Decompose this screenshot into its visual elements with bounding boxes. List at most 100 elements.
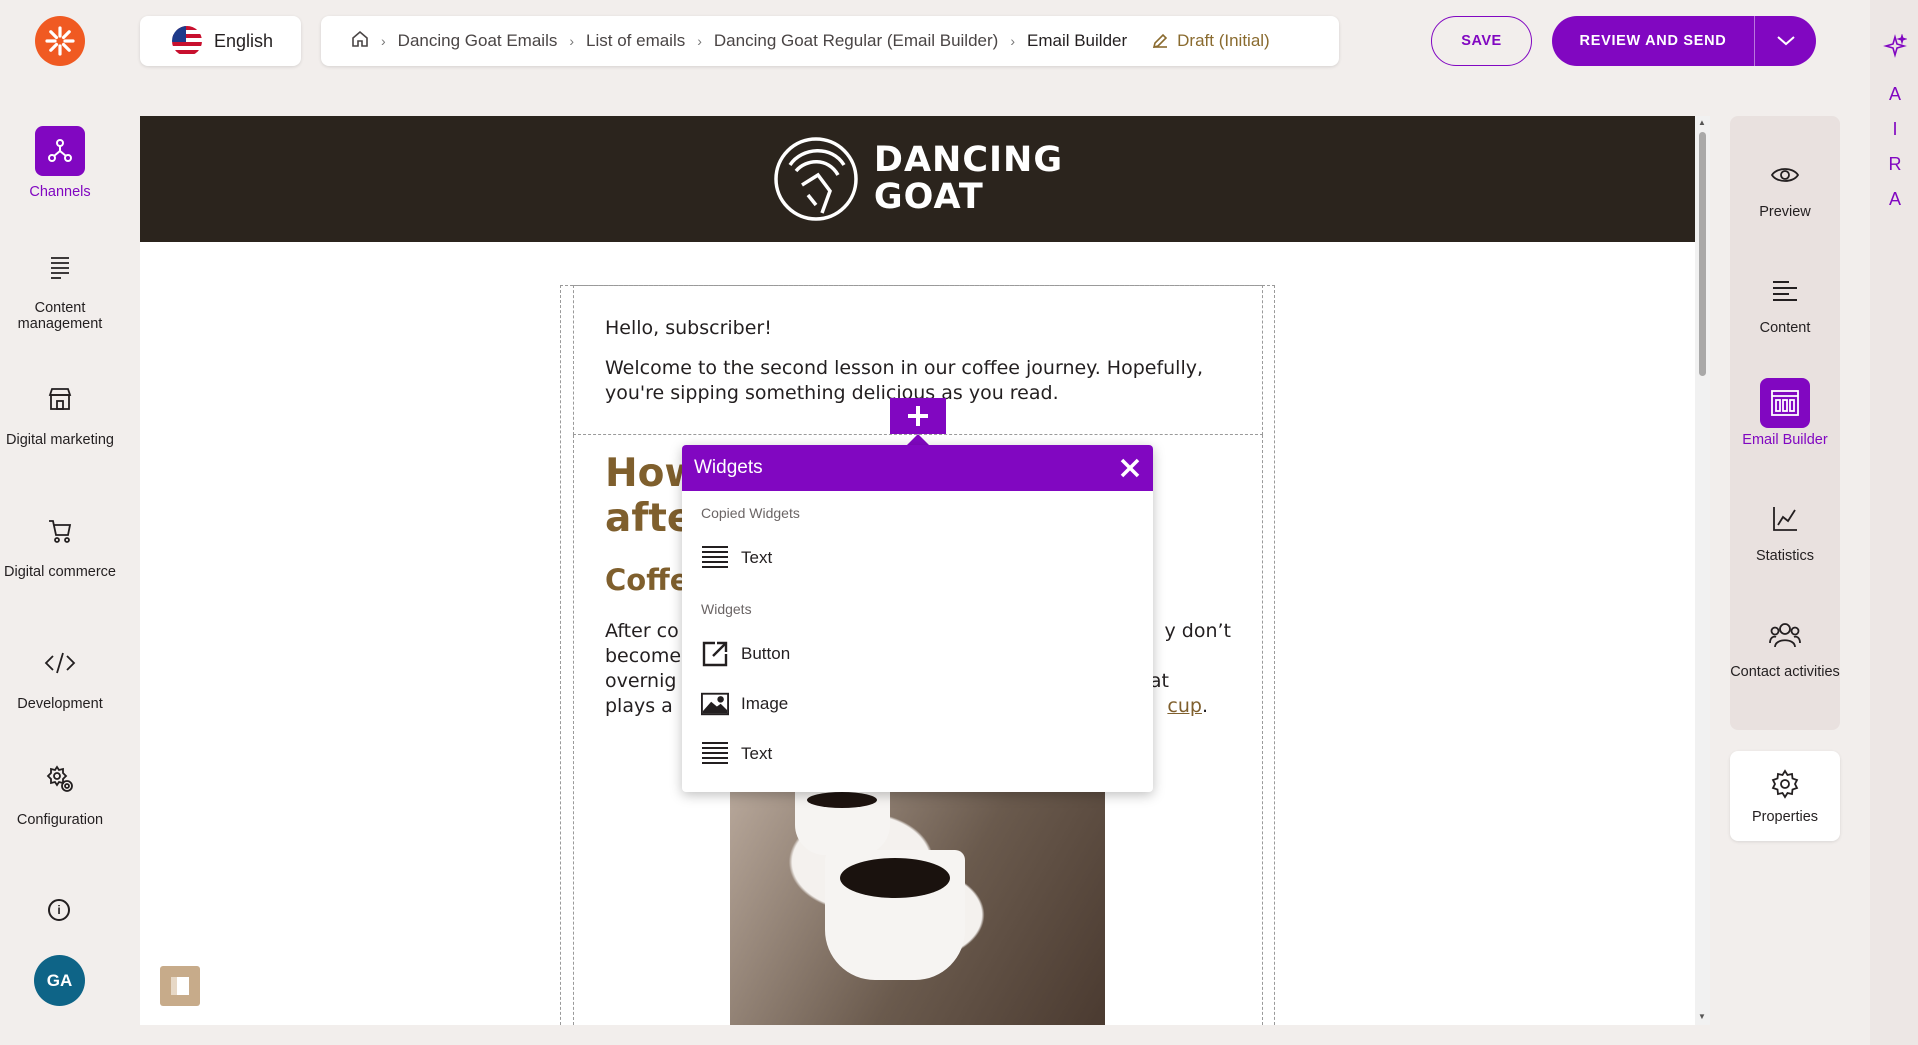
panel-contact-activities[interactable]: Contact activities (1730, 610, 1840, 680)
widgets-popup: Widgets Copied Widgets Text Widgets Butt… (682, 445, 1153, 792)
coffee-cup-shape (825, 850, 965, 980)
scrollbar-thumb[interactable] (1699, 132, 1706, 376)
panel-properties[interactable]: Properties (1730, 751, 1840, 841)
widgets-popup-header: Widgets (682, 445, 1153, 491)
us-flag-icon (172, 26, 202, 56)
sparkle-icon[interactable] (1883, 33, 1908, 64)
content-lines-icon (1760, 266, 1810, 316)
panel-label: Email Builder (1742, 432, 1828, 448)
breadcrumb-item[interactable]: Dancing Goat Emails (398, 31, 558, 51)
panel-label: Contact activities (1730, 664, 1840, 680)
channels-icon (35, 126, 85, 176)
email-builder-icon (1760, 378, 1810, 428)
aira-letter: A (1888, 84, 1901, 104)
chevron-right-icon: › (1010, 33, 1015, 49)
scroll-down-arrow-icon[interactable]: ▼ (1698, 1012, 1706, 1021)
greeting-text: Hello, subscriber! (605, 317, 772, 339)
text-icon (701, 740, 729, 768)
aira-letter: A (1888, 189, 1901, 209)
info-icon[interactable]: i (48, 899, 70, 921)
add-widget-caret (907, 434, 929, 445)
review-and-send-button[interactable]: REVIEW AND SEND (1552, 16, 1755, 66)
external-link-icon (701, 640, 729, 668)
nav-content-management[interactable]: Content management (0, 242, 120, 332)
info-glyph: i (57, 903, 61, 917)
right-tool-panel: Preview Content Email Builder Statistics… (1730, 116, 1840, 730)
nav-label: Configuration (16, 812, 104, 828)
chevron-right-icon: › (697, 33, 702, 49)
widget-text[interactable]: Text (682, 729, 1153, 779)
panel-content[interactable]: Content (1730, 266, 1840, 336)
pencil-icon (1153, 33, 1168, 49)
paragraph-line-right: y don’t (1164, 620, 1232, 642)
canvas-scrollbar[interactable]: ▲ ▼ (1695, 116, 1710, 1025)
home-icon[interactable] (351, 30, 369, 53)
panel-preview[interactable]: Preview (1730, 150, 1840, 220)
review-and-send-button-group: REVIEW AND SEND (1552, 16, 1816, 66)
avatar[interactable]: GA (34, 955, 85, 1006)
aira-letter: I (1892, 119, 1898, 139)
panel-statistics[interactable]: Statistics (1730, 494, 1840, 564)
draft-status[interactable]: Draft (Initial) (1151, 31, 1270, 51)
sidebar-toggle-button[interactable] (160, 966, 200, 1006)
breadcrumb: › Dancing Goat Emails › List of emails ›… (321, 16, 1339, 66)
image-icon (701, 690, 729, 718)
nav-configuration[interactable]: Configuration (0, 754, 120, 828)
nav-label: Channels (29, 184, 91, 200)
gear-icon (1760, 767, 1810, 801)
widget-label: Text (741, 548, 773, 567)
draft-status-label: Draft (Initial) (1177, 31, 1270, 50)
breadcrumb-current: Email Builder (1026, 31, 1128, 50)
copied-widgets-label: Copied Widgets (701, 505, 800, 521)
widget-label: Text (741, 744, 773, 763)
widgets-group-label: Widgets (701, 601, 752, 617)
scroll-up-arrow-icon[interactable]: ▲ (1698, 118, 1706, 127)
widget-label: Image (741, 694, 789, 713)
coffee-cup-shape (795, 790, 890, 855)
nav-digital-commerce[interactable]: Digital commerce (0, 506, 120, 580)
nav-digital-marketing[interactable]: Digital marketing (0, 374, 120, 448)
eye-icon (1760, 150, 1810, 200)
language-selector[interactable]: English (140, 16, 301, 66)
widget-label: Button (741, 644, 791, 663)
panel-label: Properties (1751, 809, 1819, 825)
language-label: English (214, 30, 274, 51)
chart-icon (1760, 494, 1810, 544)
chevron-right-icon: › (381, 33, 386, 49)
save-button[interactable]: SAVE (1431, 16, 1532, 66)
copied-widget-text[interactable]: Text (682, 533, 1153, 583)
brand-line: GOAT (873, 177, 984, 217)
coffee-cups-image[interactable] (730, 790, 1105, 1025)
nav-channels[interactable]: Channels (0, 126, 120, 200)
aira-letter: R (1888, 154, 1902, 174)
gear-icon (35, 754, 85, 804)
widget-image[interactable]: Image (682, 679, 1153, 729)
digital-marketing-icon (35, 374, 85, 424)
brand-wordmark: DANCING GOAT (874, 142, 1063, 216)
nav-label: Development (17, 696, 103, 712)
properties-item: Properties (1730, 767, 1840, 825)
cart-icon (35, 506, 85, 556)
people-icon (1760, 610, 1810, 660)
chevron-right-icon: › (569, 33, 575, 49)
nav-development[interactable]: Development (0, 638, 120, 712)
close-icon[interactable] (1119, 457, 1141, 479)
review-dropdown-toggle[interactable] (1755, 16, 1816, 66)
content-management-icon (35, 242, 85, 292)
breadcrumb-item[interactable]: Dancing Goat Regular (Email Builder) (714, 31, 998, 51)
widget-button[interactable]: Button (682, 629, 1153, 679)
panel-label: Preview (1759, 204, 1811, 220)
brand-line: DANCING (873, 140, 1064, 180)
aira-sidebar[interactable]: A I R A (1870, 0, 1918, 1045)
add-widget-button[interactable] (890, 398, 946, 434)
panel-email-builder[interactable]: Email Builder (1730, 378, 1840, 448)
chevron-down-icon (1776, 36, 1795, 46)
panel-icon (171, 977, 189, 995)
breadcrumb-item[interactable]: List of emails (586, 31, 685, 51)
article-link[interactable]: cup (1167, 695, 1202, 717)
widgets-popup-title: Widgets (694, 457, 763, 478)
email-header: DANCING GOAT (140, 116, 1695, 242)
nav-label: Content management (17, 300, 103, 332)
kentico-logo-icon[interactable] (35, 16, 85, 66)
text-icon (701, 544, 729, 572)
